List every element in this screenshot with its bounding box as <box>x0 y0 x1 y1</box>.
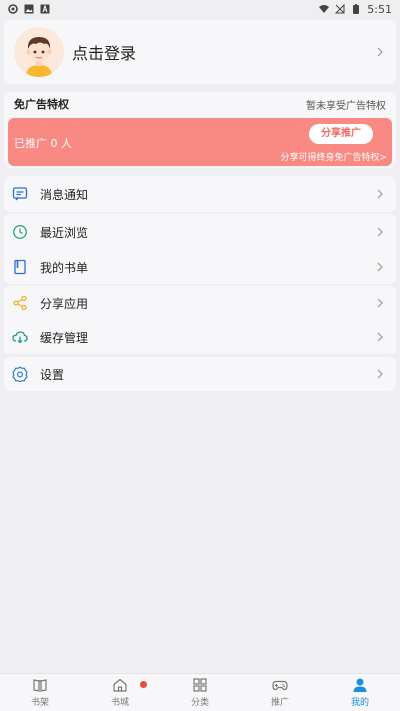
gear-icon <box>12 366 28 382</box>
tab-label: 书架 <box>30 698 49 708</box>
clock-icon <box>12 224 28 240</box>
avatar <box>14 27 64 77</box>
book-icon <box>12 259 28 275</box>
tab-category[interactable]: 分类 <box>160 674 240 711</box>
menu-item-label: 缓存管理 <box>40 330 89 345</box>
tab-bookstore[interactable]: 书城 <box>80 674 160 711</box>
menu-group-1: 消息通知 <box>4 176 396 212</box>
gamepad-icon <box>272 680 288 691</box>
menu-item-label: 我的书单 <box>40 260 89 275</box>
user-icon <box>353 678 367 692</box>
no-signal-icon <box>335 4 345 14</box>
avatar-illustration <box>14 27 64 77</box>
status-system: 5:51 <box>319 3 392 16</box>
menu-item-booklist[interactable]: 我的书单 <box>4 250 396 284</box>
battery-icon <box>353 4 360 14</box>
menu-item-settings[interactable]: 设置 <box>4 357 396 391</box>
promo-hint-link[interactable]: 分享可得终身免广告特权> <box>280 150 387 163</box>
share-promote-button[interactable]: 分享推广 <box>309 124 373 144</box>
font-icon <box>40 4 50 14</box>
chevron-right-icon <box>377 369 383 379</box>
tab-label: 我的 <box>350 698 369 708</box>
bookshelf-icon <box>33 679 47 692</box>
login-label: 点击登录 <box>72 44 137 63</box>
tab-mine[interactable]: 我的 <box>320 674 400 711</box>
menu-group-2: 分享应用 缓存管理 <box>4 286 396 354</box>
ad-free-status: 暂未享受广告特权 <box>306 100 386 112</box>
menu-item-share-app[interactable]: 分享应用 <box>4 286 396 320</box>
status-notifications <box>8 4 50 14</box>
menu-item-recent[interactable]: 最近浏览 <box>4 214 396 250</box>
tab-label: 书城 <box>110 698 129 708</box>
menu-item-label: 消息通知 <box>40 187 89 202</box>
status-time: 5:51 <box>367 2 392 16</box>
cloud-download-icon <box>12 329 28 345</box>
chevron-right-icon <box>377 332 383 342</box>
tab-label: 推广 <box>270 698 289 708</box>
tab-label: 分类 <box>190 698 209 708</box>
tab-bookshelf[interactable]: 书架 <box>0 674 80 711</box>
chevron-right-icon <box>377 189 383 199</box>
message-icon <box>12 186 28 202</box>
chevron-right-icon <box>377 262 383 272</box>
wifi-icon <box>319 5 330 13</box>
menu-item-label: 最近浏览 <box>40 225 89 240</box>
chevron-right-icon <box>377 227 383 237</box>
grid-icon <box>193 678 207 692</box>
promo-banner: 已推广 0 人 分享推广 分享可得终身免广告特权> <box>8 118 392 166</box>
menu-item-label: 分享应用 <box>40 296 89 311</box>
ad-free-title: 免广告特权 <box>14 98 69 111</box>
image-icon <box>24 4 34 14</box>
record-icon <box>8 4 18 14</box>
menu-group-3: 设置 <box>4 357 396 391</box>
bottom-tab-bar: 书架 书城 分类 推广 我的 <box>0 673 400 711</box>
login-card[interactable]: 点击登录 <box>4 20 396 84</box>
ad-free-card: 免广告特权 暂未享受广告特权 已推广 0 人 分享推广 分享可得终身免广告特权> <box>4 92 396 168</box>
promoted-count: 已推广 0 人 <box>14 137 72 150</box>
tab-promote[interactable]: 推广 <box>240 674 320 711</box>
share-icon <box>12 295 28 311</box>
menu-item-label: 设置 <box>40 367 65 382</box>
status-bar: 5:51 <box>0 0 400 18</box>
menu-item-cache[interactable]: 缓存管理 <box>4 320 396 354</box>
chevron-right-icon <box>377 47 383 57</box>
home-icon <box>113 678 127 692</box>
notification-dot <box>140 681 147 688</box>
menu-group-1b: 最近浏览 我的书单 <box>4 214 396 284</box>
chevron-right-icon <box>377 298 383 308</box>
menu-item-messages[interactable]: 消息通知 <box>4 176 396 212</box>
